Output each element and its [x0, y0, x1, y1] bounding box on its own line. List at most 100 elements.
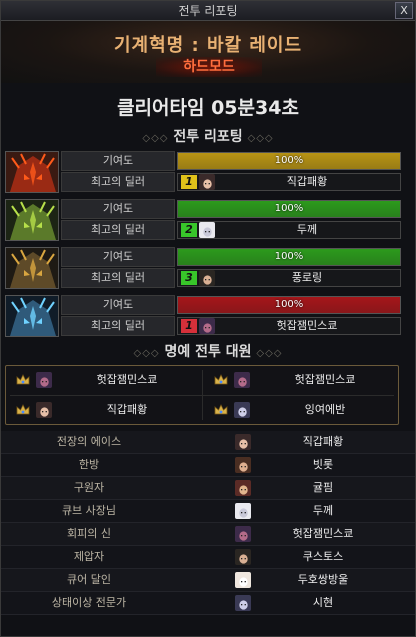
crown-icon: [16, 374, 30, 385]
title-row: 큐브 사장님 두께: [1, 500, 415, 523]
crown-icon: [16, 404, 30, 415]
character-avatar: [36, 372, 52, 388]
title-holder-name: 두께: [312, 504, 334, 517]
rank-badge: 3: [181, 271, 197, 285]
top-dealer-label: 최고의 딜러: [61, 220, 175, 240]
character-avatar: [199, 174, 215, 190]
character-avatar: [235, 457, 251, 473]
crown-icon: [214, 374, 228, 385]
boss-report: 기여도 100% 최고의 딜러 1 직갑패황: [5, 151, 401, 193]
top-dealer-box: 1 헛잡잼민스쿄: [177, 317, 401, 335]
title-holder-name: 직갑패황: [302, 435, 344, 448]
character-avatar: [234, 402, 250, 418]
title-label: 구원자: [73, 481, 105, 494]
titles-list: 전장의 에이스 직갑패황한방 빗롯구원자 귤핌큐브 사장님 두께회피의 신 헛잡잼민스쿄제…: [1, 431, 415, 615]
title-holder-name: 귤핌: [312, 481, 334, 494]
top-dealer-box: 1 직갑패황: [177, 173, 401, 191]
character-avatar: [199, 222, 215, 238]
title-row: 구원자 귤핌: [1, 477, 415, 500]
character-avatar: [234, 372, 250, 388]
honor-member-name: 잉여에반: [304, 403, 346, 416]
top-dealer-label: 최고의 딜러: [61, 268, 175, 288]
title-label: 한방: [78, 458, 100, 471]
top-dealer-name: 두께: [296, 223, 318, 236]
top-dealer-row: 최고의 딜러 3 풍로링: [61, 268, 401, 288]
title-holder-name: 시현: [312, 596, 334, 609]
honor-section-title: ◇◇◇ 명예 전투 대원 ◇◇◇: [133, 344, 283, 360]
title-label: 회피의 신: [67, 527, 111, 540]
contribution-row: 기여도 100%: [61, 151, 401, 171]
contribution-row: 기여도 100%: [61, 295, 401, 315]
title-row: 한방 빗롯: [1, 454, 415, 477]
top-dealer-box: 2 두께: [177, 221, 401, 239]
honor-member: 직갑패황: [6, 396, 202, 425]
top-dealer-box: 3 풍로링: [177, 269, 401, 287]
green-mech-boss-icon: [6, 200, 58, 240]
character-avatar: [235, 572, 251, 588]
contribution-value: 100%: [274, 251, 304, 262]
honor-member-name: 헛잡잼민스쿄: [294, 373, 356, 386]
contribution-bar: 100%: [177, 152, 401, 170]
contribution-label: 기여도: [61, 295, 175, 315]
top-dealer-label: 최고의 딜러: [61, 316, 175, 336]
report-section-title: ◇◇◇ 전투 리포팅 ◇◇◇: [142, 129, 274, 145]
top-dealer-name: 직갑패황: [286, 175, 328, 188]
character-avatar: [199, 270, 215, 286]
title-label: 큐어 달인: [67, 573, 111, 586]
character-avatar: [235, 480, 251, 496]
honor-member: 잉여에반: [204, 396, 400, 425]
honor-member-name: 헛잡잼민스쿄: [96, 373, 158, 386]
title-row: 전장의 에이스 직갑패황: [1, 431, 415, 454]
rank-badge: 2: [181, 223, 197, 237]
top-dealer-row: 최고의 딜러 1 직갑패황: [61, 172, 401, 192]
close-button[interactable]: X: [395, 2, 413, 19]
contribution-bar: 100%: [177, 296, 401, 314]
contribution-label: 기여도: [61, 151, 175, 171]
character-avatar: [36, 402, 52, 418]
contribution-row: 기여도 100%: [61, 247, 401, 267]
honor-members-panel: 헛잡잼민스쿄 헛잡잼민스쿄직갑패황 잉여에반: [5, 365, 399, 425]
boss-report: 기여도 100% 최고의 딜러 2 두께: [5, 199, 401, 241]
boss-report: 기여도 100% 최고의 딜러 1 헛잡잼민스쿄: [5, 295, 401, 337]
character-avatar: [235, 549, 251, 565]
window-title: 전투 리포팅: [178, 4, 238, 18]
contribution-value: 100%: [274, 203, 304, 214]
character-avatar: [199, 318, 215, 334]
honor-member: 헛잡잼민스쿄: [6, 366, 202, 395]
boss-icon: [5, 247, 59, 289]
character-avatar: [235, 434, 251, 450]
boss-icon: [5, 295, 59, 337]
divider: [202, 370, 203, 420]
fire-mech-boss-icon: [6, 152, 58, 192]
title-label: 큐브 사장님: [61, 504, 117, 517]
top-dealer-name: 풍로링: [291, 271, 323, 284]
boss-icon: [5, 199, 59, 241]
gold-mech-boss-icon: [6, 248, 58, 288]
title-holder-name: 헛잡잼민스쿄: [292, 527, 354, 540]
top-dealer-name: 헛잡잼민스쿄: [276, 319, 338, 332]
title-bar[interactable]: 전투 리포팅 X: [1, 1, 415, 21]
honor-member-name: 직갑패황: [106, 403, 148, 416]
character-avatar: [235, 503, 251, 519]
title-holder-name: 빗롯: [312, 458, 334, 471]
title-row: 상태이상 전문가 시현: [1, 592, 415, 615]
title-label: 상태이상 전문가: [51, 596, 127, 609]
rank-badge: 1: [181, 319, 197, 333]
top-dealer-row: 최고의 딜러 1 헛잡잼민스쿄: [61, 316, 401, 336]
difficulty-badge: 하드모드: [156, 57, 262, 77]
crown-icon: [214, 404, 228, 415]
title-row: 큐어 달인 두호쌍방울: [1, 569, 415, 592]
contribution-bar: 100%: [177, 200, 401, 218]
title-label: 제압자: [73, 550, 105, 563]
clear-time: 클리어타임 05분34초: [117, 97, 299, 119]
contribution-label: 기여도: [61, 199, 175, 219]
raid-title: 기계혁명 : 바칼 레이드: [113, 35, 303, 56]
boss-icon: [5, 151, 59, 193]
ice-mech-boss-icon: [6, 296, 58, 336]
top-dealer-label: 최고의 딜러: [61, 172, 175, 192]
title-holder-name: 쿠스토스: [302, 550, 344, 563]
title-holder-name: 두호쌍방울: [297, 573, 349, 586]
top-dealer-row: 최고의 딜러 2 두께: [61, 220, 401, 240]
boss-report: 기여도 100% 최고의 딜러 3 풍로링: [5, 247, 401, 289]
contribution-row: 기여도 100%: [61, 199, 401, 219]
